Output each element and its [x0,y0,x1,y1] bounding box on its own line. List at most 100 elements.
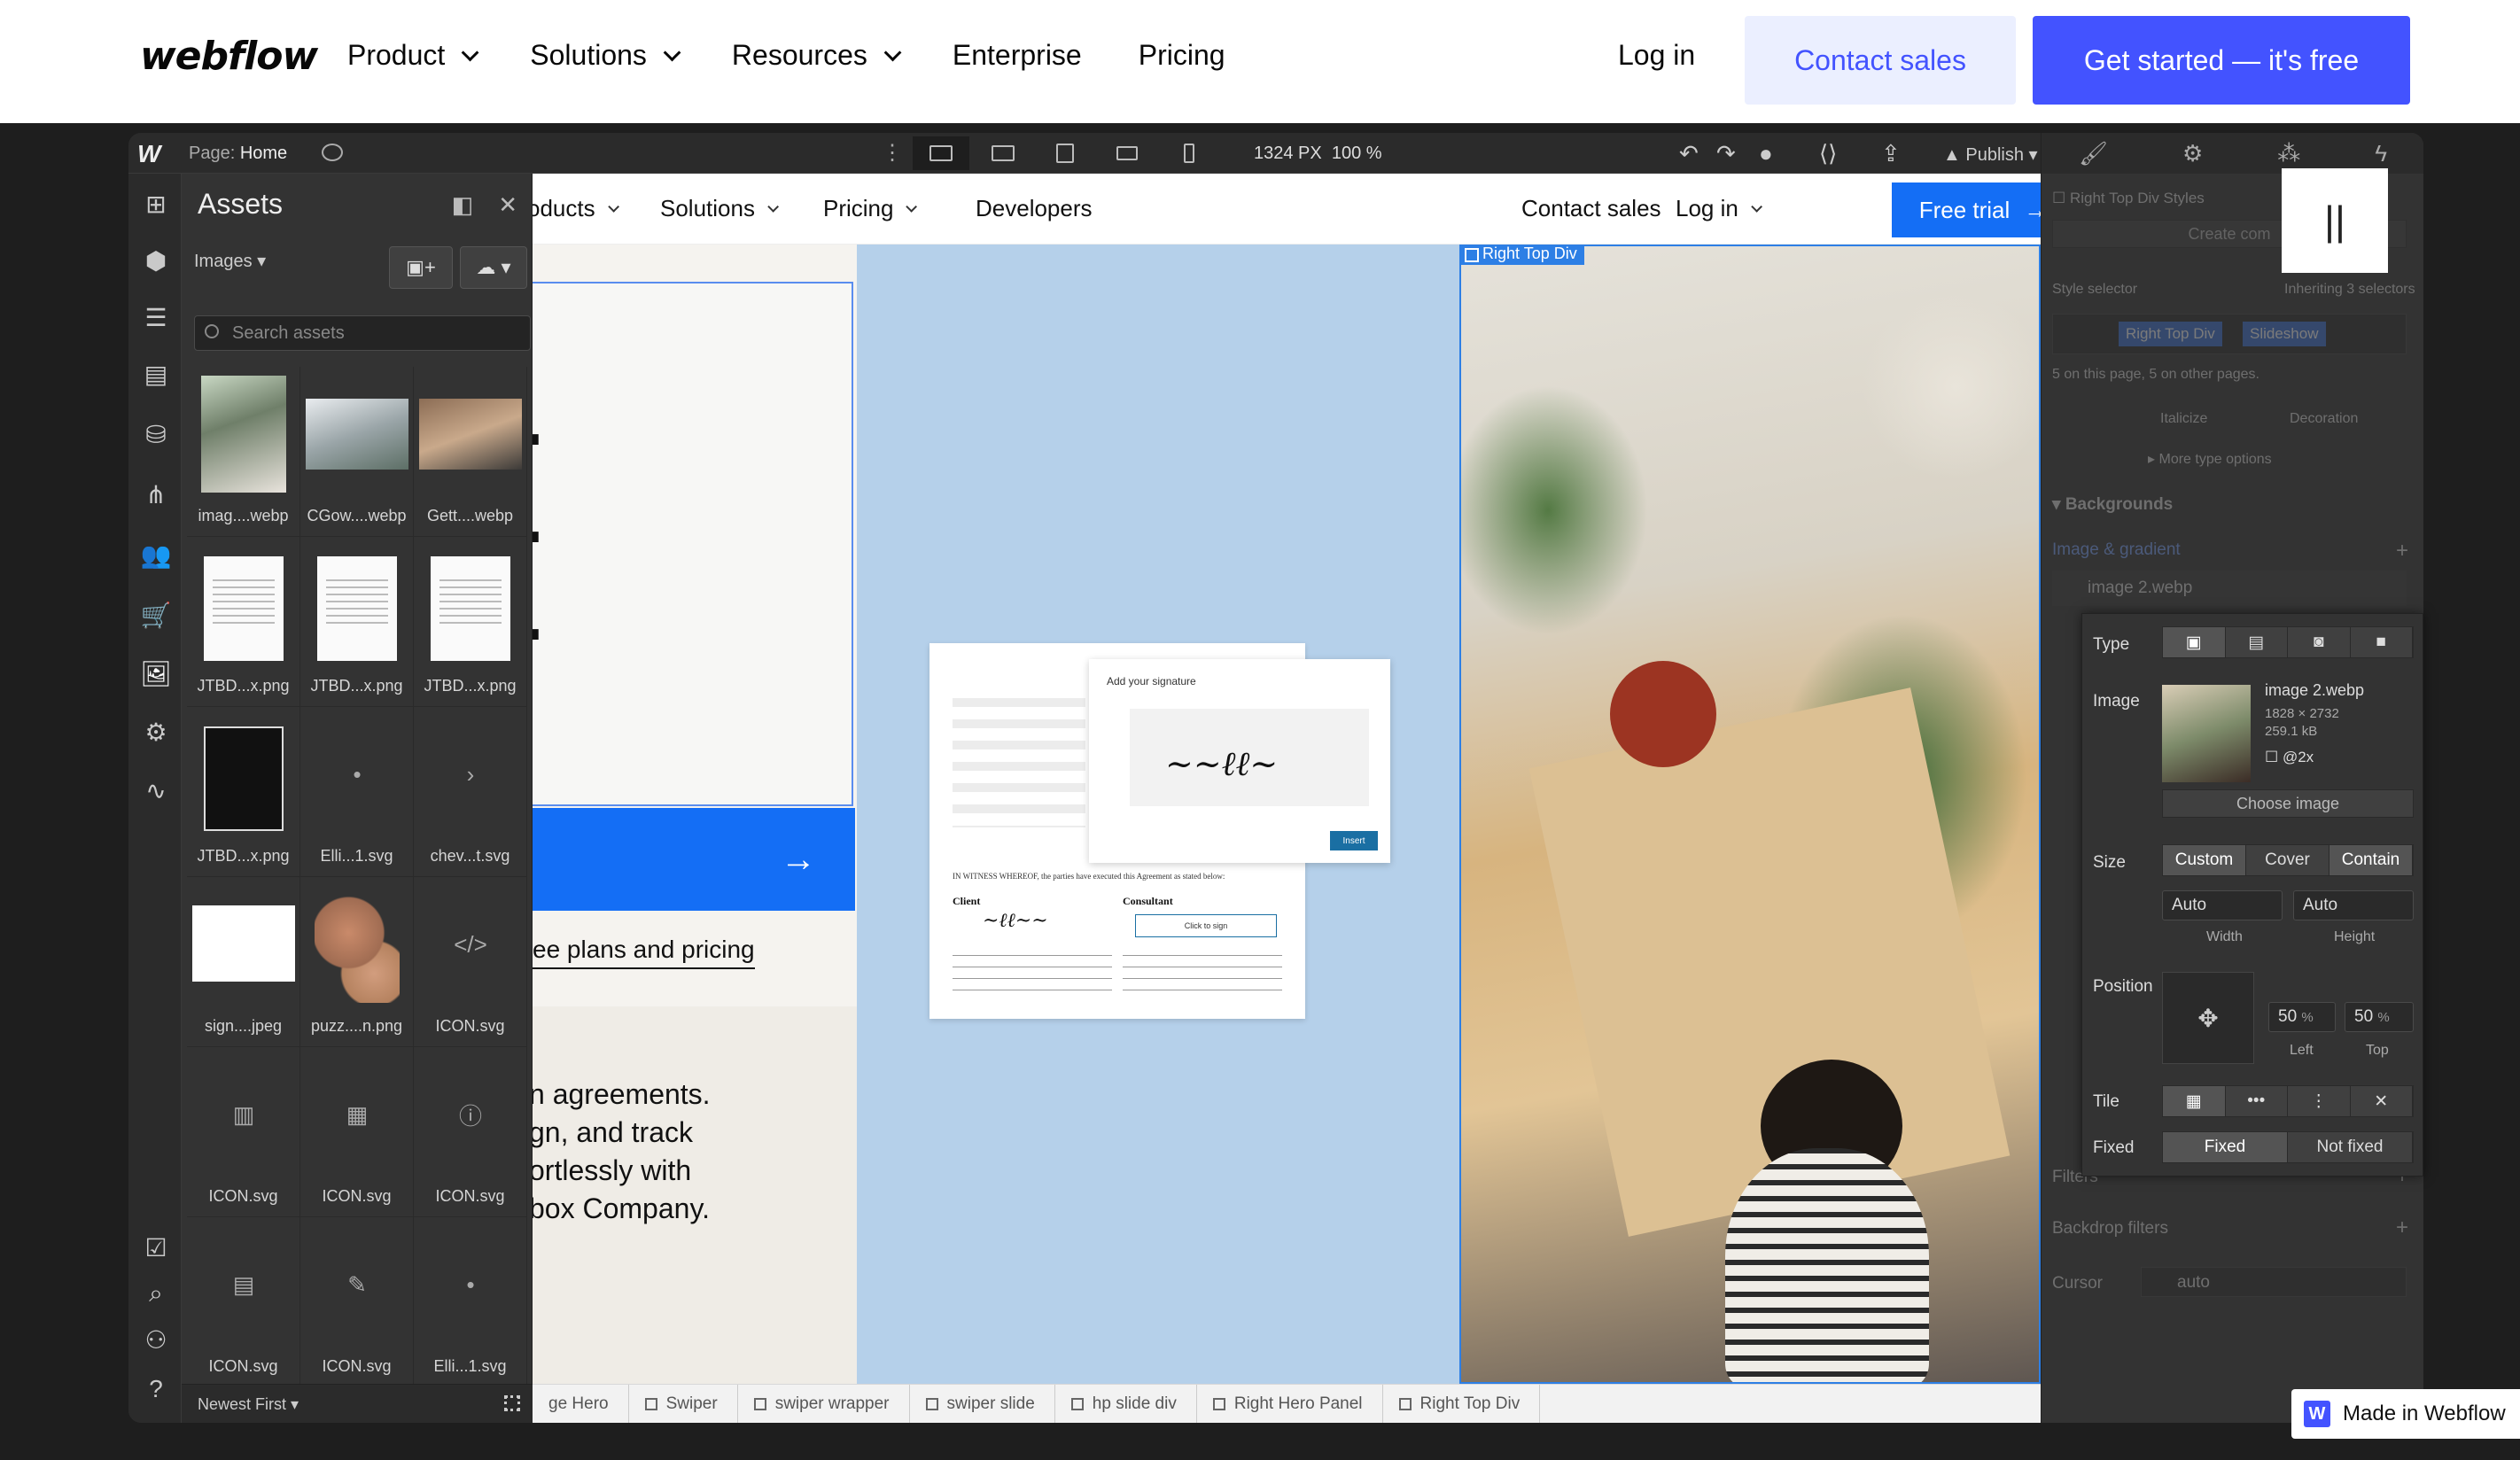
ecommerce-cart-icon[interactable]: 🛒 [141,601,172,629]
selector-chip-slideshow[interactable]: Slideshow [2243,322,2326,346]
assets-sort[interactable]: Newest First ▾ [182,1384,533,1423]
asset-item[interactable]: ▥ ICON.svg [187,1047,300,1217]
height-input[interactable]: Auto [2293,890,2414,920]
grid-view-icon[interactable] [504,1395,520,1411]
top-position-input[interactable]: 50 % [2345,1002,2414,1032]
hero-text-box[interactable]: ... [533,282,853,806]
asset-item[interactable]: ▦ ICON.svg [300,1047,414,1217]
add-icon[interactable]: + [2396,539,2408,563]
asset-item[interactable]: Gett....webp [414,367,527,537]
assets-filter-dropdown[interactable]: Images ▾ [194,250,266,272]
radial-gradient-icon[interactable]: ◙ [2288,627,2351,657]
settings-gear-icon[interactable]: ⚙ [2182,140,2203,167]
users-icon[interactable]: 👥 [141,540,172,569]
interactions-icon[interactable]: ⁂ [2277,140,2300,167]
asset-item[interactable]: puzz....n.png [300,877,414,1047]
style-brush-icon[interactable]: 🖌 [2079,140,2108,167]
canvas-nav-solutions[interactable]: Solutions [660,195,779,222]
hero-cta-button[interactable]: → [533,808,855,911]
comments-icon[interactable]: ● [1759,140,1773,167]
breakpoint-landscape[interactable] [1099,136,1155,170]
cursor-select[interactable]: auto [2141,1267,2407,1297]
symbols-icon[interactable]: ⬢ [142,246,170,275]
asset-item[interactable]: • Elli...1.svg [300,707,414,877]
dock-panel-icon[interactable]: ◧ [452,191,474,219]
fixed-selector[interactable]: Fixed Not fixed [2162,1131,2414,1163]
size-custom-option[interactable]: Custom [2163,845,2246,875]
tile-horizontal-icon[interactable]: ••• [2226,1086,2288,1116]
design-canvas[interactable]: oducts Solutions Pricing Developers Cont… [533,174,2041,1384]
breadcrumb-item[interactable]: swiper slide [910,1384,1055,1423]
publish-button[interactable]: ▲ Publish ▾ [1943,144,2038,166]
color-overlay-icon[interactable]: ■ [2351,627,2413,657]
assets-search-input[interactable]: Search assets [194,315,531,351]
collaborators-icon[interactable]: ⚇ [142,1325,170,1354]
asset-item[interactable]: ✎ ICON.svg [300,1217,414,1387]
tile-none-icon[interactable]: ✕ [2351,1086,2413,1116]
retina-checkbox[interactable]: ☐ @2x [2265,749,2314,766]
activity-icon[interactable]: ∿ [142,776,170,804]
asset-item[interactable]: › chev...t.svg [414,707,527,877]
selector-field[interactable]: Right Top Div Slideshow [2052,314,2407,354]
add-backdrop-filter-icon[interactable]: + [2396,1215,2408,1240]
tile-vertical-icon[interactable]: ⋮ [2288,1086,2351,1116]
breadcrumb-item[interactable]: hp slide div [1055,1384,1197,1423]
right-top-div[interactable]: Right Top Div [1459,245,2041,1384]
navigator-icon[interactable]: ☰ [142,303,170,331]
breakpoint-portrait[interactable] [1161,136,1217,170]
asset-item[interactable]: CGow....webp [300,367,414,537]
nav-enterprise[interactable]: Enterprise [953,39,1082,72]
tile-selector[interactable]: ▦ ••• ⋮ ✕ [2162,1085,2414,1117]
undo-icon[interactable]: ↶ [1679,140,1699,167]
asset-item[interactable]: JTBD...x.png [300,537,414,707]
background-layer[interactable]: image 2.webp [2052,571,2407,606]
asset-item[interactable]: • Elli...1.svg [414,1217,527,1387]
size-contain-option[interactable]: Contain [2329,845,2413,875]
logic-icon[interactable]: ⋔ [142,480,170,509]
asset-item[interactable]: JTBD...x.png [187,707,300,877]
more-type-options[interactable]: ▸ More type options [2148,450,2272,468]
left-position-input[interactable]: 50 % [2268,1002,2336,1032]
page-selector[interactable]: Page: Home [189,144,287,164]
asset-item[interactable]: sign....jpeg [187,877,300,1047]
assets-icon[interactable]: 🖼 [140,659,172,687]
contact-sales-button[interactable]: Contact sales [1745,16,2016,105]
breadcrumb-item[interactable]: Swiper [629,1384,738,1423]
get-started-button[interactable]: Get started — it's free [2033,16,2410,105]
backgrounds-section[interactable]: ▾ Backgrounds [2052,494,2173,515]
plans-pricing-link[interactable]: ee plans and pricing [533,936,755,969]
redo-icon[interactable]: ↷ [1716,140,1736,167]
upload-button[interactable]: ☁ ▾ [460,246,527,289]
pages-icon[interactable]: ▤ [142,360,170,388]
nav-solutions[interactable]: Solutions [530,39,681,72]
cms-icon[interactable]: ⛁ [142,420,170,448]
code-icon[interactable]: ⟨⟩ [1819,140,1837,167]
canvas-nav-developers[interactable]: Developers [976,195,1093,222]
made-in-webflow-badge[interactable]: W Made in Webflow [2291,1389,2520,1439]
breadcrumb-item[interactable]: Right Hero Panel [1197,1384,1383,1423]
search-icon[interactable]: ⌕ [142,1279,170,1308]
nav-product[interactable]: Product [347,39,479,72]
fixed-option[interactable]: Fixed [2163,1132,2288,1162]
export-icon[interactable]: ⇪ [1881,140,1901,167]
nav-pricing[interactable]: Pricing [1139,39,1225,72]
settings-gear-icon[interactable]: ⚙ [142,718,170,746]
asset-item[interactable]: JTBD...x.png [414,537,527,707]
image-type-icon[interactable]: ▣ [2163,627,2226,657]
asset-item[interactable]: ⓘ ICON.svg [414,1047,527,1217]
close-icon[interactable]: ✕ [498,191,517,219]
canvas-contact-sales[interactable]: Contact sales [1521,195,1661,222]
new-folder-button[interactable]: ▣+ [389,246,453,289]
login-link[interactable]: Log in [1618,39,1695,72]
breakpoint-tablet[interactable] [1037,136,1093,170]
asset-item[interactable]: </> ICON.svg [414,877,527,1047]
bg-type-selector[interactable]: ▣ ▤ ◙ ■ [2162,626,2414,658]
size-selector[interactable]: Custom Cover Contain [2162,844,2414,876]
not-fixed-option[interactable]: Not fixed [2288,1132,2413,1162]
width-input[interactable]: Auto [2162,890,2283,920]
breadcrumb-item[interactable]: ge Hero [533,1384,629,1423]
asset-item[interactable]: ▤ ICON.svg [187,1217,300,1387]
nav-resources[interactable]: Resources [732,39,902,72]
audit-check-icon[interactable]: ☑ [142,1233,170,1262]
canvas-nav-pricing[interactable]: Pricing [823,195,918,222]
